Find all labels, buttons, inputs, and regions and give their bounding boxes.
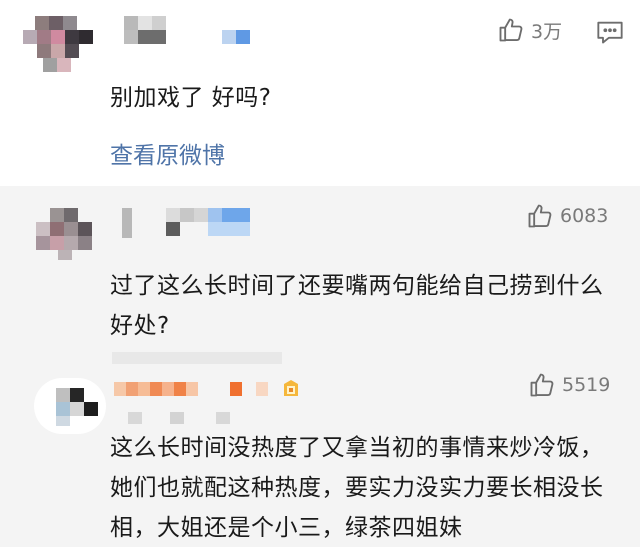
- comment-bubble-icon: [597, 21, 623, 44]
- view-original-link[interactable]: 查看原微博: [110, 136, 225, 170]
- member-badge-icon: [284, 380, 298, 396]
- username[interactable]: [122, 208, 252, 240]
- like-count: 6083: [560, 205, 609, 227]
- avatar[interactable]: [34, 378, 106, 434]
- thumbs-up-icon: [530, 373, 554, 397]
- comment-text: 别加戏了 好吗?: [110, 85, 272, 111]
- thumbs-up-icon: [528, 204, 552, 228]
- like-button[interactable]: 6083: [526, 202, 608, 230]
- avatar[interactable]: [23, 16, 95, 72]
- like-button[interactable]: 5519: [528, 371, 610, 399]
- comment-text: 这么长时间没热度了又拿当初的事情来炒冷饭，她们也就配这种热度，要实力没实力要长相…: [110, 435, 604, 541]
- username[interactable]: [124, 16, 254, 46]
- like-button[interactable]: 3万: [497, 16, 562, 44]
- thumbs-up-icon: [499, 18, 523, 42]
- comment-item: 3万 别加戏了 好吗? 查看原微博: [0, 0, 640, 186]
- like-count: 3万: [531, 20, 563, 43]
- reply-section: 6083 过了这么长时间了还要嘴两句能给自己捞到什么好处? 5519 这么长时间…: [0, 186, 640, 547]
- like-count: 5519: [562, 374, 611, 396]
- reply-button[interactable]: [596, 18, 624, 46]
- divider: [112, 352, 282, 364]
- username[interactable]: [114, 380, 304, 428]
- comment-text: 过了这么长时间了还要嘴两句能给自己捞到什么好处?: [110, 273, 604, 339]
- avatar[interactable]: [36, 208, 100, 260]
